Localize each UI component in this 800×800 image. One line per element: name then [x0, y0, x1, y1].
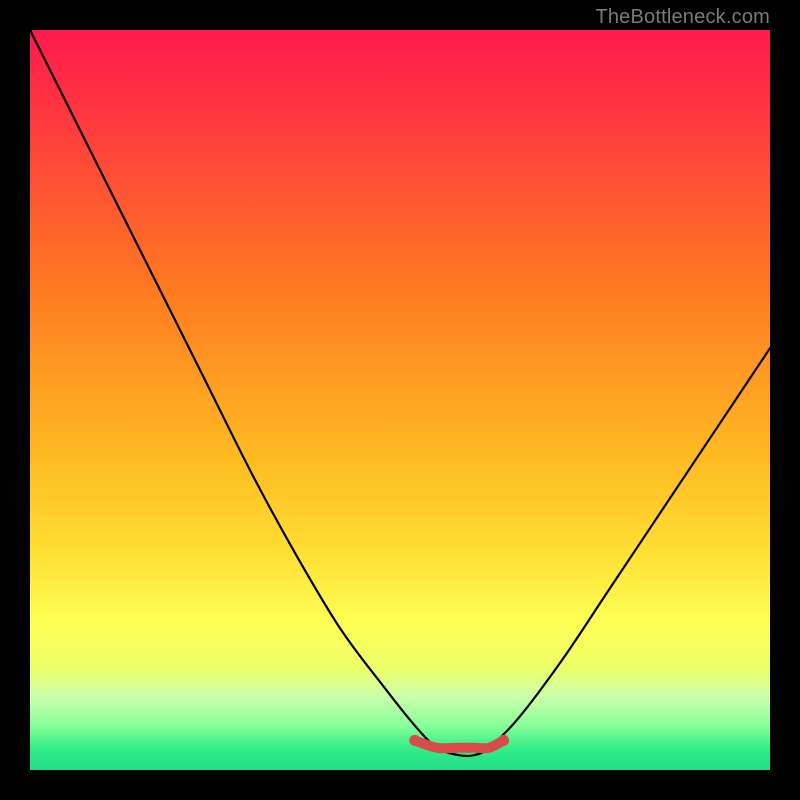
watermark-label: TheBottleneck.com [595, 6, 770, 29]
black-curve-path [30, 30, 770, 756]
red-flat-segment-path [415, 740, 504, 748]
plot-area [30, 30, 770, 770]
red-endpoint-right [498, 735, 509, 746]
chart-frame: TheBottleneck.com [0, 0, 800, 800]
chart-svg [30, 30, 770, 770]
red-endpoint-left [409, 735, 420, 746]
